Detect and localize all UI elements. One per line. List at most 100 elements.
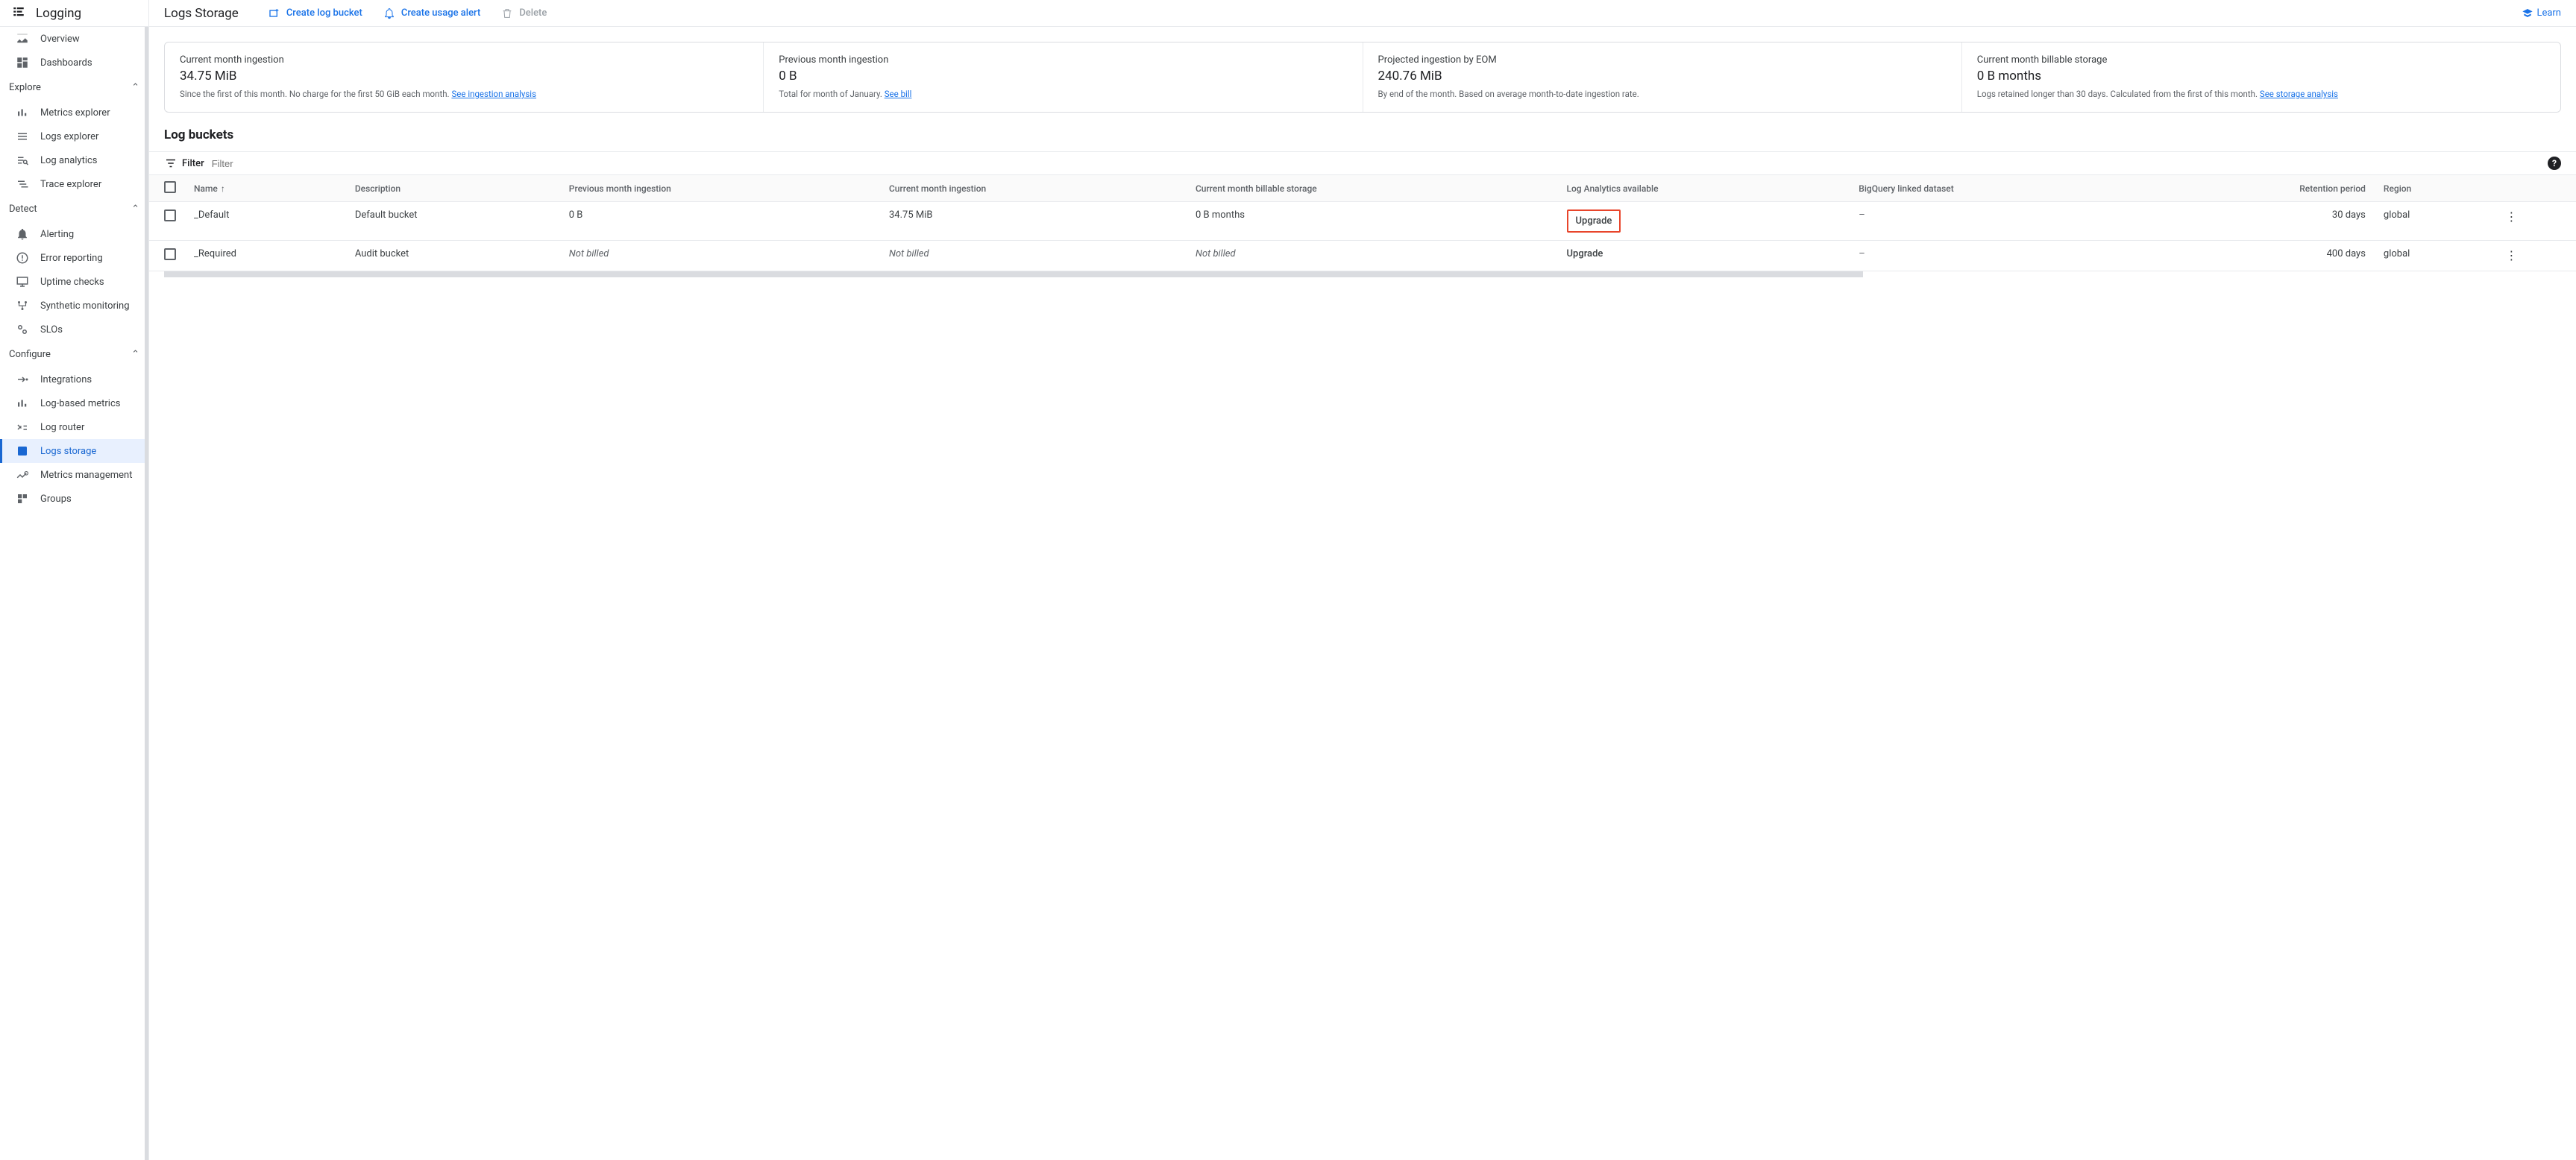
- row-more-icon[interactable]: ⋮: [2505, 209, 2517, 224]
- cell-bigquery: –: [1850, 202, 2150, 241]
- cell-prev: 0 B: [560, 202, 880, 241]
- col-description[interactable]: Description: [346, 175, 560, 202]
- learn-button[interactable]: Learn: [2522, 7, 2561, 19]
- section-detect[interactable]: Detect ⌃: [0, 196, 148, 222]
- chevron-up-icon: ⌃: [131, 204, 139, 215]
- see-storage-analysis-link[interactable]: See storage analysis: [2260, 89, 2338, 99]
- trace-icon: [15, 177, 30, 192]
- col-analytics[interactable]: Log Analytics available: [1558, 175, 1850, 202]
- cell-prev: Not billed: [560, 241, 880, 271]
- col-prev[interactable]: Previous month ingestion: [560, 175, 880, 202]
- col-bigquery[interactable]: BigQuery linked dataset: [1850, 175, 2150, 202]
- logging-app-icon: [12, 5, 25, 22]
- sidebar-item-synthetic-monitoring[interactable]: Synthetic monitoring: [0, 294, 148, 318]
- col-curr[interactable]: Current month ingestion: [880, 175, 1187, 202]
- col-retention[interactable]: Retention period: [2151, 175, 2375, 202]
- sort-asc-icon: ↑: [221, 183, 225, 194]
- sidebar-item-overview[interactable]: Overview: [0, 27, 148, 51]
- row-more-icon[interactable]: ⋮: [2505, 248, 2517, 262]
- integration-icon: [15, 372, 30, 387]
- row-checkbox[interactable]: [164, 209, 176, 221]
- sidebar: Logging Overview Dashboards Explore ⌃ Me…: [0, 0, 149, 1160]
- cell-region: global: [2375, 241, 2496, 271]
- nodes-icon: [15, 298, 30, 313]
- cell-retention: 400 days: [2151, 241, 2375, 271]
- filter-bar: Filter ?: [149, 151, 2576, 175]
- metrics-mgmt-icon: [15, 467, 30, 482]
- trash-icon: [501, 7, 513, 19]
- col-name[interactable]: Name↑: [185, 175, 346, 202]
- sidebar-item-alerting[interactable]: Alerting: [0, 222, 148, 246]
- sidebar-item-metrics-management[interactable]: Metrics management: [0, 463, 148, 487]
- main: Logs Storage Create log bucket Create us…: [149, 0, 2576, 1160]
- storage-icon: [15, 444, 30, 458]
- help-icon[interactable]: ?: [2548, 157, 2561, 170]
- chevron-up-icon: ⌃: [131, 82, 139, 93]
- bell-icon: [15, 227, 30, 242]
- list-icon: [15, 129, 30, 144]
- table-row: _Default Default bucket 0 B 34.75 MiB 0 …: [149, 202, 2576, 241]
- row-checkbox[interactable]: [164, 248, 176, 260]
- cell-name: _Default: [185, 202, 346, 241]
- bell-plus-icon: [383, 7, 395, 19]
- stat-projected-ingestion: Projected ingestion by EOM 240.76 MiB By…: [1363, 42, 1962, 112]
- table-header-row: Name↑ Description Previous month ingesti…: [149, 175, 2576, 202]
- sidebar-item-logs-storage[interactable]: Logs storage: [0, 439, 148, 463]
- create-usage-alert-button[interactable]: Create usage alert: [383, 7, 480, 19]
- stat-previous-ingestion: Previous month ingestion 0 B Total for m…: [764, 42, 1363, 112]
- delete-button: Delete: [501, 7, 547, 19]
- app-title: Logging: [36, 6, 81, 21]
- cell-billable: 0 B months: [1187, 202, 1558, 241]
- sidebar-item-error-reporting[interactable]: Error reporting: [0, 246, 148, 270]
- sidebar-header: Logging: [0, 0, 148, 27]
- overview-icon: [15, 31, 30, 46]
- sidebar-item-integrations[interactable]: Integrations: [0, 368, 148, 391]
- router-icon: [15, 420, 30, 435]
- topbar: Logs Storage Create log bucket Create us…: [149, 0, 2576, 27]
- cell-retention: 30 days: [2151, 202, 2375, 241]
- learn-icon: [2522, 7, 2533, 19]
- sidebar-item-logs-explorer[interactable]: Logs explorer: [0, 124, 148, 148]
- upgrade-button[interactable]: Upgrade: [1567, 248, 1603, 259]
- filter-input[interactable]: [212, 158, 2548, 169]
- table-row: _Required Audit bucket Not billed Not bi…: [149, 241, 2576, 271]
- page-title: Logs Storage: [164, 6, 239, 21]
- sidebar-item-metrics-explorer[interactable]: Metrics explorer: [0, 101, 148, 124]
- bar-chart-icon: [15, 105, 30, 120]
- bar-chart-icon: [15, 396, 30, 411]
- see-bill-link[interactable]: See bill: [885, 89, 912, 99]
- error-icon: [15, 250, 30, 265]
- upgrade-button[interactable]: Upgrade: [1567, 209, 1621, 233]
- col-region[interactable]: Region: [2375, 175, 2496, 202]
- dashboards-icon: [15, 55, 30, 70]
- sidebar-item-trace-explorer[interactable]: Trace explorer: [0, 172, 148, 196]
- cell-name: _Required: [185, 241, 346, 271]
- monitor-icon: [15, 274, 30, 289]
- cell-billable: Not billed: [1187, 241, 1558, 271]
- section-configure[interactable]: Configure ⌃: [0, 341, 148, 368]
- cell-curr: Not billed: [880, 241, 1187, 271]
- sidebar-label: Dashboards: [40, 57, 92, 69]
- col-billable[interactable]: Current month billable storage: [1187, 175, 1558, 202]
- sidebar-item-log-analytics[interactable]: Log analytics: [0, 148, 148, 172]
- slo-icon: [15, 322, 30, 337]
- filter-icon: [164, 157, 178, 170]
- search-list-icon: [15, 153, 30, 168]
- sidebar-item-log-router[interactable]: Log router: [0, 415, 148, 439]
- sidebar-item-dashboards[interactable]: Dashboards: [0, 51, 148, 75]
- create-log-bucket-button[interactable]: Create log bucket: [268, 7, 362, 19]
- sidebar-item-slos[interactable]: SLOs: [0, 318, 148, 341]
- sidebar-item-uptime-checks[interactable]: Uptime checks: [0, 270, 148, 294]
- cell-description: Audit bucket: [346, 241, 560, 271]
- horizontal-scrollbar[interactable]: [164, 271, 1863, 277]
- see-ingestion-analysis-link[interactable]: See ingestion analysis: [451, 89, 536, 99]
- groups-icon: [15, 491, 30, 506]
- section-explore[interactable]: Explore ⌃: [0, 75, 148, 101]
- sidebar-item-log-based-metrics[interactable]: Log-based metrics: [0, 391, 148, 415]
- bucket-plus-icon: [268, 7, 280, 19]
- select-all-checkbox[interactable]: [164, 181, 176, 193]
- stat-current-ingestion: Current month ingestion 34.75 MiB Since …: [165, 42, 764, 112]
- sidebar-item-groups[interactable]: Groups: [0, 487, 148, 511]
- stats-panel: Current month ingestion 34.75 MiB Since …: [164, 42, 2561, 113]
- cell-region: global: [2375, 202, 2496, 241]
